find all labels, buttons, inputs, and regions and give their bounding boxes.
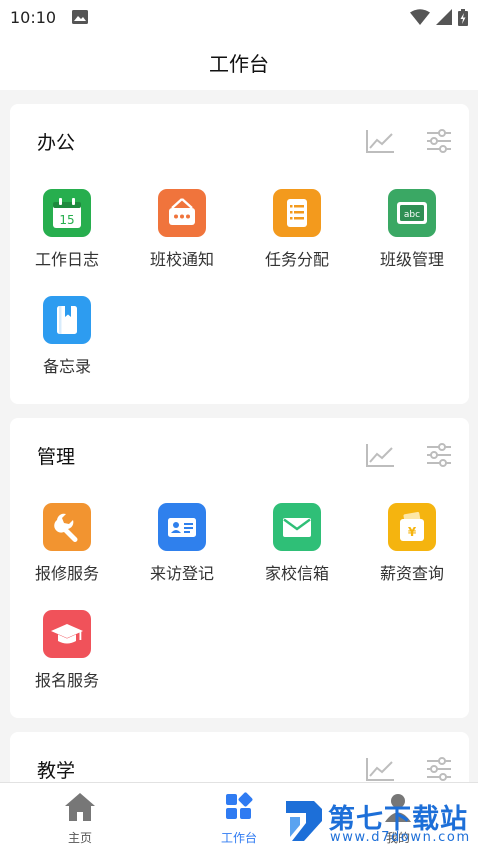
chalkboard-icon: abc [397,202,427,224]
notice-board-icon [169,198,195,225]
page-title: 工作台 [209,51,269,76]
watermark: 第七下载站 www.d7down.com [280,795,478,850]
id-card-icon [168,518,196,537]
repair-tile [43,503,91,551]
wallet-icon: ¥ [400,511,424,541]
calendar-icon: 15 [53,198,81,228]
watermark-logo-icon [286,801,322,841]
status-bar: 10:10 [0,0,478,34]
line-chart-icon[interactable] [365,756,395,782]
app-label: 薪资查询 [379,564,444,583]
section-office: 办公 15 工作日志 班校通知 任务分配 abc 班级管理 备忘录 [10,104,469,404]
section-header: 办公 [10,104,469,180]
signal-icon [436,9,452,25]
tab-label: 主页 [67,831,92,845]
app-class-notice[interactable]: 班校通知 [127,189,237,270]
currency-symbol: ¥ [408,525,417,539]
filter-settings-icon[interactable] [426,442,452,468]
line-chart-icon[interactable] [365,128,395,154]
app-label: 报名服务 [34,671,99,690]
gallery-icon [72,10,89,24]
section-header: 管理 [10,418,469,494]
filter-settings-icon[interactable] [426,756,452,782]
app-label: 任务分配 [264,250,329,269]
mailbox-tile [273,503,321,551]
app-label: 工作日志 [34,250,99,269]
section-title: 管理 [37,446,76,468]
header: 工作台 [0,34,478,90]
filter-settings-icon[interactable] [426,128,452,154]
app-salary-query[interactable]: ¥ 薪资查询 [357,503,467,584]
work-log-tile: 15 [43,189,91,237]
section-management: 管理 报修服务 来访登记 家校信箱 ¥ 薪资查询 报名服务 [10,418,469,718]
app-label: 来访登记 [149,564,214,583]
app-work-log[interactable]: 15 工作日志 [12,189,122,270]
app-class-manage[interactable]: abc 班级管理 [357,189,467,270]
tab-home[interactable]: 主页 [35,791,125,846]
graduation-cap-icon [51,624,83,644]
board-text: abc [404,210,420,220]
calendar-day: 15 [59,213,74,227]
watermark-url: www.d7down.com [330,830,471,845]
tab-workbench[interactable]: 工作台 [194,791,284,846]
class-manage-tile: abc [388,189,436,237]
salary-tile: ¥ [388,503,436,551]
battery-icon [458,8,468,26]
home-icon [65,793,95,821]
app-label: 班校通知 [149,250,214,269]
visitor-tile [158,503,206,551]
section-title: 办公 [37,132,76,154]
app-memo[interactable]: 备忘录 [12,296,122,377]
app-label: 备忘录 [42,357,91,376]
status-time: 10:10 [10,7,57,27]
task-assign-tile [273,189,321,237]
app-label: 班级管理 [379,250,444,269]
wifi-icon [410,9,430,25]
wrench-icon [54,513,78,542]
app-label: 家校信箱 [264,564,329,583]
app-family-mailbox[interactable]: 家校信箱 [242,503,352,584]
mail-icon [283,518,311,537]
class-notice-tile [158,189,206,237]
app-enroll-service[interactable]: 报名服务 [12,610,122,691]
line-chart-icon[interactable] [365,442,395,468]
section-title: 教学 [37,760,76,782]
task-list-icon [287,199,307,227]
tab-label: 工作台 [220,831,257,845]
app-task-assign[interactable]: 任务分配 [242,189,352,270]
app-visitor-register[interactable]: 来访登记 [127,503,237,584]
app-repair-service[interactable]: 报修服务 [12,503,122,584]
memo-tile [43,296,91,344]
notebook-icon [57,306,77,334]
workbench-icon [226,792,253,819]
enroll-tile [43,610,91,658]
app-label: 报修服务 [34,564,99,583]
